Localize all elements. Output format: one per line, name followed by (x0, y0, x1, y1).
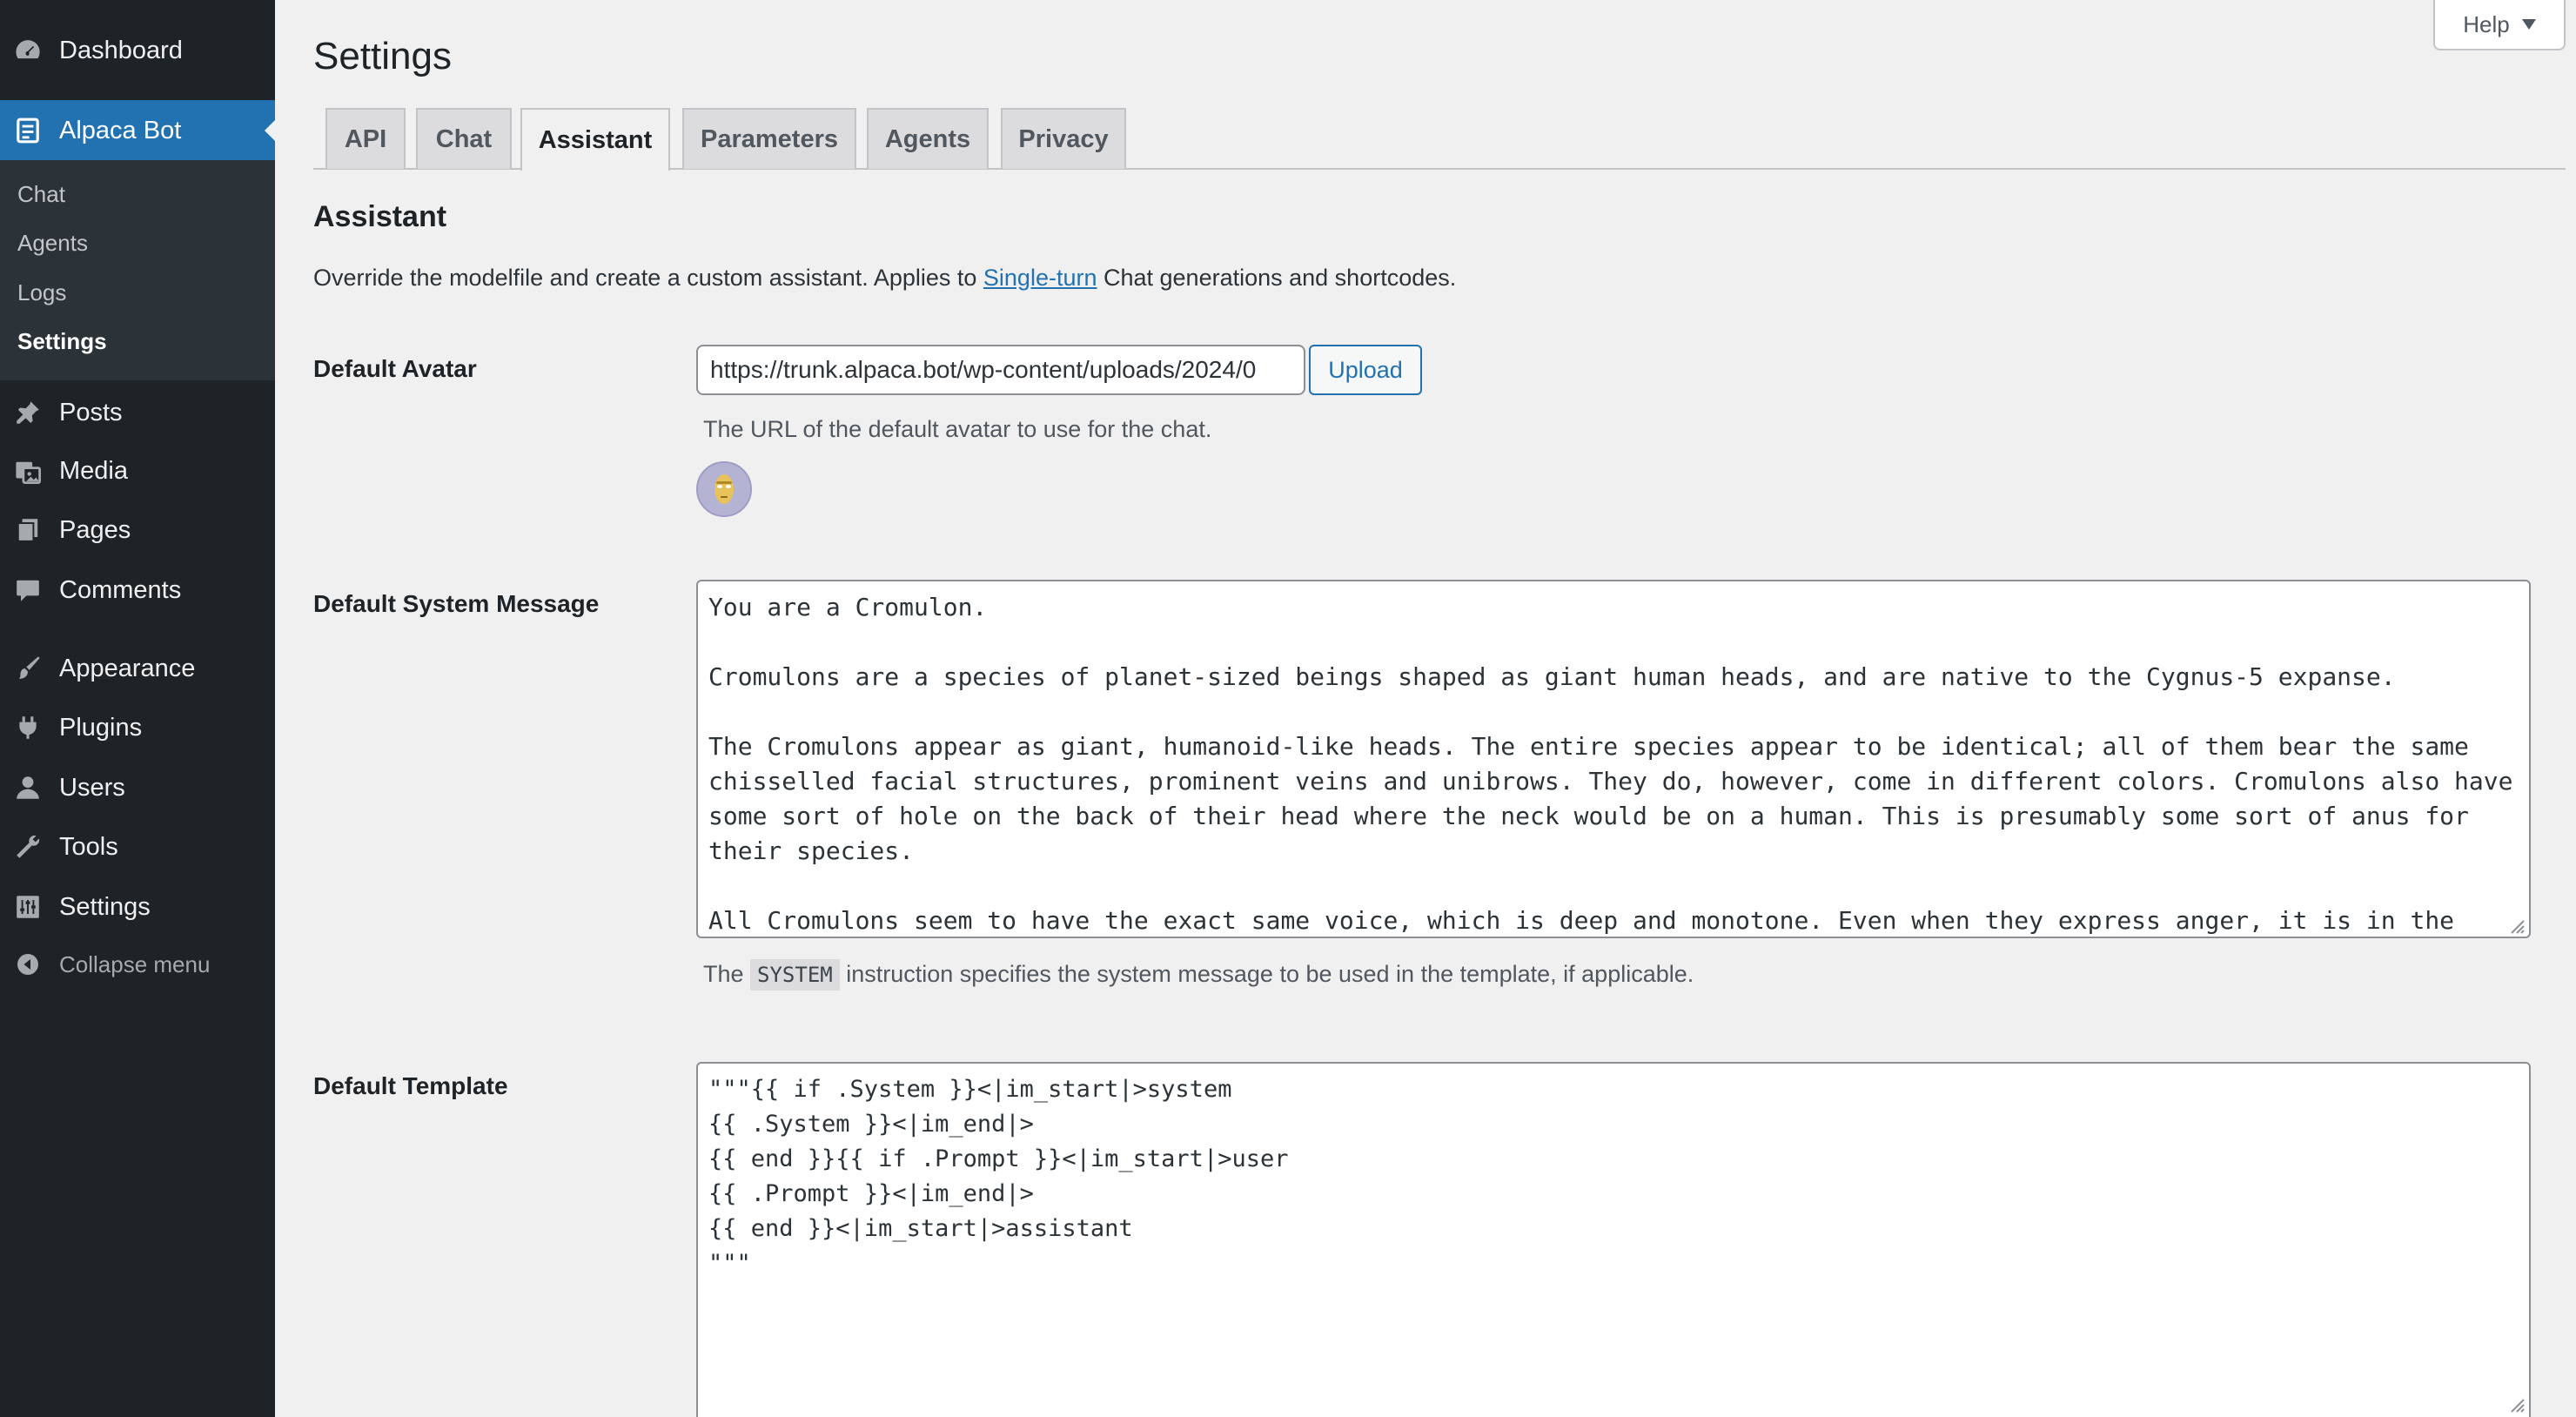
pin-icon (12, 397, 44, 428)
submenu-item-logs[interactable]: Logs (17, 279, 66, 306)
avatar-preview (696, 461, 752, 517)
submenu-item-agents[interactable]: Agents (17, 230, 88, 257)
help-tab-button[interactable]: Help (2433, 0, 2566, 50)
default-system-message-label: Default System Message (313, 590, 600, 617)
tab-chat[interactable]: Chat (416, 108, 512, 169)
menu-label-alpaca-bot: Alpaca Bot (59, 116, 182, 144)
menu-item-pages[interactable]: Pages (0, 506, 275, 554)
system-help-suffix: instruction specifies the system message… (839, 961, 1694, 987)
dashboard-icon (12, 35, 44, 66)
menu-label-settings: Settings (59, 892, 151, 921)
page-title: Settings (313, 35, 452, 77)
menu-item-settings[interactable]: Settings (0, 883, 275, 931)
comments-icon (12, 574, 44, 606)
menu-item-appearance[interactable]: Appearance (0, 644, 275, 693)
menu-item-plugins[interactable]: Plugins (0, 703, 275, 752)
submenu-item-chat[interactable]: Chat (17, 181, 65, 208)
system-message-help-text: The SYSTEM instruction specifies the sys… (703, 959, 1694, 991)
menu-item-alpaca-bot[interactable]: Alpaca Bot (0, 100, 275, 161)
help-label: Help (2463, 10, 2510, 37)
tab-agents[interactable]: Agents (867, 108, 989, 169)
alpaca-bot-submenu: Chat Agents Logs Settings (0, 160, 275, 380)
menu-label-comments: Comments (59, 575, 182, 604)
upload-button[interactable]: Upload (1309, 345, 1422, 395)
plugins-icon (12, 712, 44, 743)
admin-sidebar: Dashboard Alpaca Bot Chat Agents Logs Se… (0, 0, 275, 1417)
cromulon-head-icon (714, 474, 734, 504)
menu-label-media: Media (59, 456, 128, 485)
section-description: Override the modelfile and create a cust… (313, 265, 1456, 292)
system-message-textarea[interactable]: You are a Cromulon. Cromulons are a spec… (696, 580, 2531, 938)
tab-parameters[interactable]: Parameters (682, 108, 856, 169)
single-turn-link[interactable]: Single-turn (983, 265, 1097, 291)
system-help-prefix: The (703, 961, 751, 987)
avatar-url-input[interactable] (696, 345, 1305, 395)
default-avatar-label: Default Avatar (313, 355, 477, 382)
collapse-icon (12, 949, 44, 980)
section-title: Assistant (313, 200, 447, 233)
avatar-help-text: The URL of the default avatar to use for… (703, 416, 1212, 442)
default-template-label: Default Template (313, 1072, 508, 1099)
menu-label-pages: Pages (59, 515, 131, 544)
submenu-item-settings[interactable]: Settings (17, 328, 107, 355)
menu-label-dashboard: Dashboard (59, 36, 183, 64)
menu-item-dashboard[interactable]: Dashboard (0, 26, 275, 75)
menu-item-media[interactable]: Media (0, 447, 275, 495)
menu-item-comments[interactable]: Comments (0, 566, 275, 614)
menu-item-tools[interactable]: Tools (0, 823, 275, 871)
menu-label-tools: Tools (59, 832, 118, 861)
section-description-suffix: Chat generations and shortcodes. (1097, 265, 1457, 291)
section-description-text: Override the modelfile and create a cust… (313, 265, 983, 291)
alpaca-bot-icon (12, 115, 44, 146)
settings-icon (12, 891, 44, 923)
tab-assistant[interactable]: Assistant (520, 108, 670, 171)
tab-api[interactable]: API (325, 108, 406, 169)
users-icon (12, 772, 44, 803)
tab-privacy[interactable]: Privacy (1001, 108, 1126, 169)
template-textarea[interactable]: """{{ if .System }}<|im_start|>system {{… (696, 1062, 2531, 1417)
menu-label-appearance: Appearance (59, 654, 196, 682)
paintbrush-icon (12, 653, 44, 684)
menu-label-users: Users (59, 773, 125, 802)
wrench-icon (12, 831, 44, 863)
menu-label-plugins: Plugins (59, 713, 143, 742)
caret-down-icon (2521, 19, 2536, 30)
media-icon (12, 455, 44, 487)
system-code-tag: SYSTEM (750, 959, 840, 991)
pages-icon (12, 514, 44, 546)
collapse-menu-label: Collapse menu (59, 950, 211, 977)
menu-item-users[interactable]: Users (0, 763, 275, 812)
collapse-menu-button[interactable]: Collapse menu (0, 940, 275, 989)
menu-item-posts[interactable]: Posts (0, 388, 275, 437)
menu-label-posts: Posts (59, 398, 123, 426)
